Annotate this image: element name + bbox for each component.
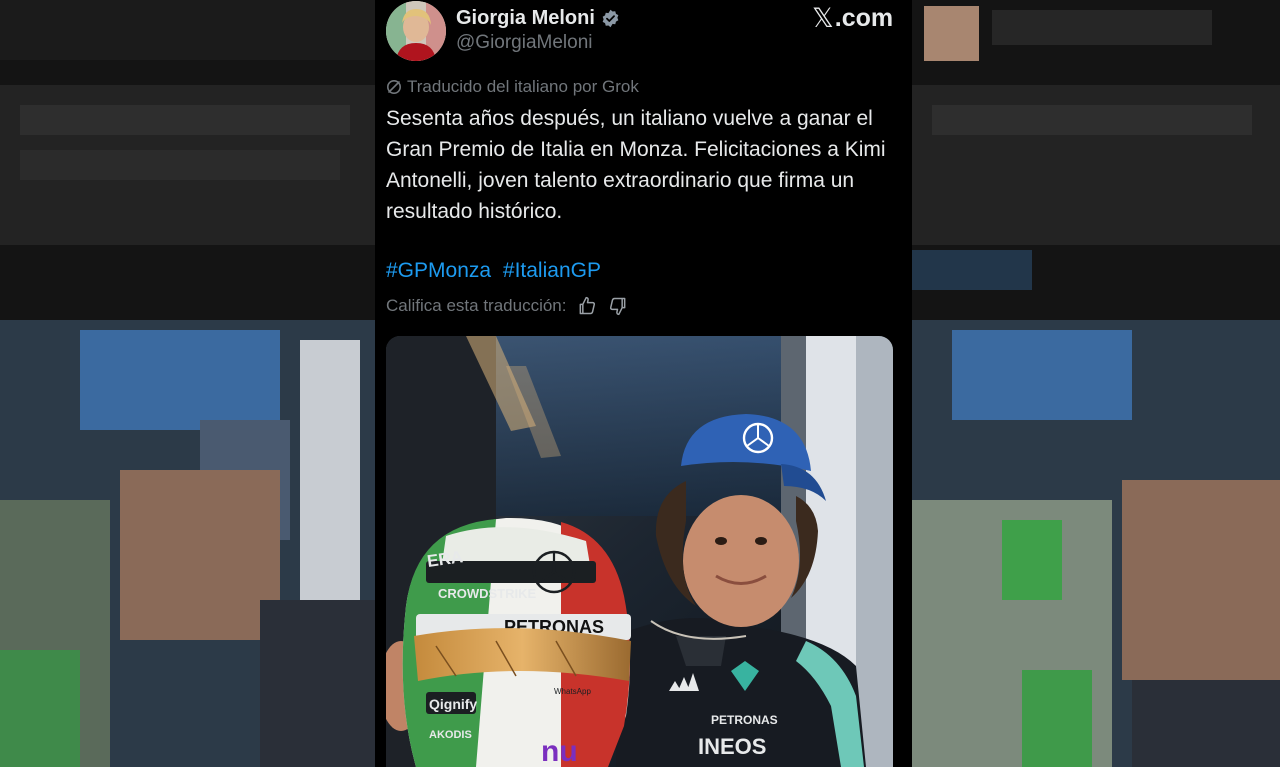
grok-icon	[387, 80, 401, 94]
hashtag-gpmonza[interactable]: #GPMonza	[386, 259, 491, 282]
helmet-sponsor-qignify: Qignify	[429, 696, 477, 712]
hashtag-italiangp[interactable]: #ItalianGP	[503, 259, 601, 282]
shirt-brand-ineos: INEOS	[698, 734, 766, 759]
blurred-background-left	[0, 0, 375, 767]
x-logo-icon: 𝕏	[812, 3, 834, 33]
translation-notice-text: Traducido del italiano por Grok	[407, 77, 639, 96]
blurred-background-right	[912, 0, 1280, 767]
rate-translation-label: Califica esta traducción:	[386, 296, 567, 315]
verified-badge-icon	[601, 9, 620, 28]
helmet-sponsor-crowdstrike: CROWDSTRIKE	[438, 586, 537, 601]
helmet-sponsor-akodis: AKODIS	[429, 729, 472, 741]
x-logo: 𝕏 .com	[812, 4, 893, 32]
author-handle[interactable]: @GiorgiaMeloni	[456, 32, 593, 54]
helmet-sponsor-whatsapp: WhatsApp	[554, 687, 591, 696]
thumbs-down-icon[interactable]	[608, 296, 628, 316]
tweet-card: Giorgia Meloni @GiorgiaMeloni 𝕏 .com Tra…	[375, 0, 912, 767]
x-logo-text: .com	[834, 4, 894, 32]
avatar[interactable]	[386, 1, 446, 61]
thumbs-up-icon[interactable]	[577, 296, 597, 316]
tweet-photo[interactable]: PETRONAS INEOS ERA CROWDSTRIKE PETRONAS …	[386, 336, 893, 767]
driver-helmet-photo: PETRONAS INEOS ERA CROWDSTRIKE PETRONAS …	[386, 336, 893, 767]
hashtags: #GPMonza #ItalianGP	[386, 257, 607, 285]
tweet-text: Sesenta años después, un italiano vuelve…	[386, 107, 886, 223]
rate-translation: Califica esta traducción:	[386, 295, 628, 317]
translation-notice: Traducido del italiano por Grok	[386, 77, 639, 97]
avatar-photo	[386, 1, 446, 61]
author-name-text: Giorgia Meloni	[456, 7, 595, 29]
author-name[interactable]: Giorgia Meloni	[456, 5, 620, 31]
helmet-sponsor-nu: nu	[541, 735, 578, 767]
shirt-brand-petronas: PETRONAS	[711, 713, 778, 727]
